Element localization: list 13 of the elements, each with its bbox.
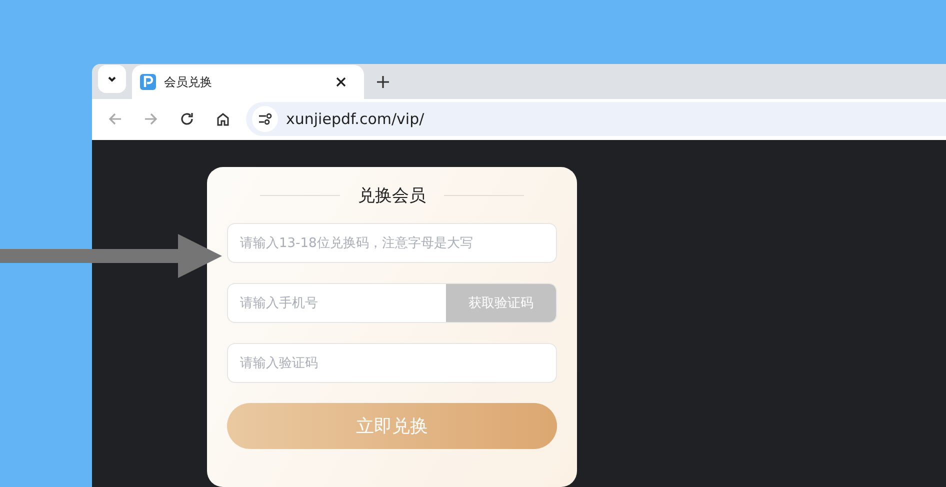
get-code-button[interactable]: 获取验证码 xyxy=(446,284,556,322)
arrow-icon xyxy=(0,234,222,278)
tab-title: 会员兑换 xyxy=(164,74,213,91)
browser-tab[interactable]: 会员兑换 xyxy=(132,65,364,100)
card-title: 兑换会员 xyxy=(358,184,426,206)
input-field[interactable]: 请输入验证码 xyxy=(227,343,557,383)
input-field[interactable]: 请输入13-18位兑换码，注意字母是大写 xyxy=(227,223,557,263)
url-text: xunjiepdf.com/vip/ xyxy=(286,110,424,128)
redeem-button[interactable]: 立即兑换 xyxy=(227,403,557,449)
app-logo-icon xyxy=(140,74,156,90)
phone-field[interactable]: 请输入手机号 获取验证码 xyxy=(227,283,557,323)
site-settings-icon[interactable] xyxy=(252,106,278,132)
address-bar[interactable]: xunjiepdf.com/vip/ xyxy=(246,102,946,136)
